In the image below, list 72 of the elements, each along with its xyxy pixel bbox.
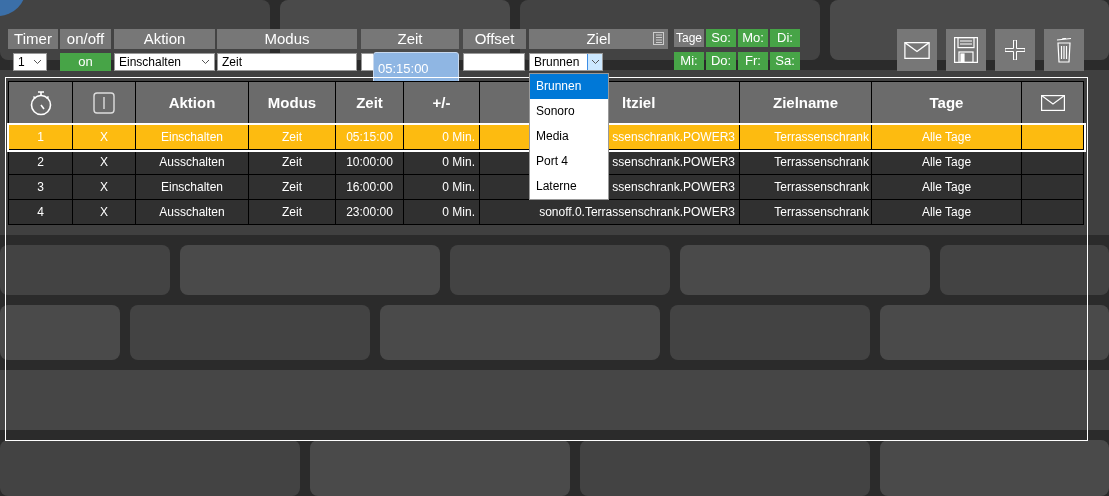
column-header: Zeit [335, 81, 404, 125]
column-header: Zeit [361, 29, 459, 49]
input-field[interactable] [463, 53, 525, 71]
chevron-icon [201, 59, 210, 65]
table-cell: X [72, 124, 136, 150]
select-field[interactable]: Brunnen [529, 53, 603, 71]
table-cell: Ausschalten [135, 199, 249, 225]
column-header: Aktion [114, 29, 215, 49]
column-header: Offset [463, 29, 526, 49]
switch-icon [93, 92, 115, 114]
table-cell: 0 Min. [403, 149, 480, 175]
column-header: Zielname [739, 81, 872, 125]
column-header: +/- [403, 81, 480, 125]
table-cell: 0 Min. [403, 174, 480, 200]
dropdown-option[interactable]: Sonoro [530, 99, 608, 124]
list-icon [653, 32, 664, 45]
table-cell: 0 Min. [403, 199, 480, 225]
table-cell: Terrassenschrank [739, 149, 872, 175]
table-cell: Zeit [248, 199, 336, 225]
days-label: Tage [674, 29, 704, 47]
mail-icon [1040, 95, 1065, 111]
table-cell: Alle Tage [871, 124, 1022, 150]
table-cell: 05:15:00 [335, 124, 404, 150]
table-cell: Terrassenschrank [739, 174, 872, 200]
table-cell: Einschalten [135, 124, 249, 150]
column-header: Aktion [135, 81, 249, 125]
table-cell: 1 [8, 124, 73, 150]
table-cell: 16:00:00 [335, 174, 404, 200]
add-button[interactable] [995, 29, 1035, 71]
input-field[interactable]: Zeit [217, 53, 357, 71]
mail-icon [904, 41, 930, 59]
table-cell: Terrassenschrank [739, 199, 872, 225]
stopwatch-icon [28, 90, 53, 116]
chevron-icon [33, 59, 42, 65]
column-header: Modus [248, 81, 336, 125]
table-cell: Zeit [248, 149, 336, 175]
table-cell: X [72, 199, 136, 225]
table-cell: 3 [8, 174, 73, 200]
table-cell: Zeit [248, 174, 336, 200]
table-cell: 4 [8, 199, 73, 225]
column-header: Modus [217, 29, 357, 49]
table-cell: Einschalten [135, 174, 249, 200]
dropdown-option[interactable]: Port 4 [530, 149, 608, 174]
select-field[interactable]: Einschalten [114, 53, 215, 71]
table-cell: Alle Tage [871, 149, 1022, 175]
dropdown-option[interactable]: Media [530, 124, 608, 149]
select-field[interactable]: 1 [13, 53, 47, 71]
delete-button[interactable] [1044, 29, 1084, 71]
chevron-icon [590, 59, 600, 65]
column-header: Timer [8, 29, 58, 49]
table-cell: Alle Tage [871, 174, 1022, 200]
plus-icon [1005, 40, 1025, 60]
table-cell: X [72, 174, 136, 200]
trash-icon [1056, 37, 1072, 63]
table-cell: 0 Min. [403, 124, 480, 150]
input-field[interactable] [361, 53, 373, 71]
table-cell: 23:00:00 [335, 199, 404, 225]
save-button[interactable] [946, 29, 986, 71]
table-cell: Terrassenschrank [739, 124, 872, 150]
column-header: on/off [60, 29, 111, 49]
dropdown-option[interactable]: Brunnen [530, 74, 608, 99]
table-cell: 2 [8, 149, 73, 175]
column-header: Tage [871, 81, 1022, 125]
table-cell: Alle Tage [871, 199, 1022, 225]
dropdown-option[interactable]: Laterne [530, 174, 608, 199]
table-cell: X [72, 149, 136, 175]
table-cell: 10:00:00 [335, 149, 404, 175]
mail-button[interactable] [897, 29, 937, 71]
column-header: Ziel [529, 29, 668, 49]
table-row[interactable]: 4 X Ausschalten Zeit 23:00:00 0 Min. sonoff.0.Terrassenschrank.POWER3 Terrassenschrank Alle Tage [8, 199, 1084, 225]
table-cell: Zeit [248, 124, 336, 150]
table-cell: Ausschalten [135, 149, 249, 175]
